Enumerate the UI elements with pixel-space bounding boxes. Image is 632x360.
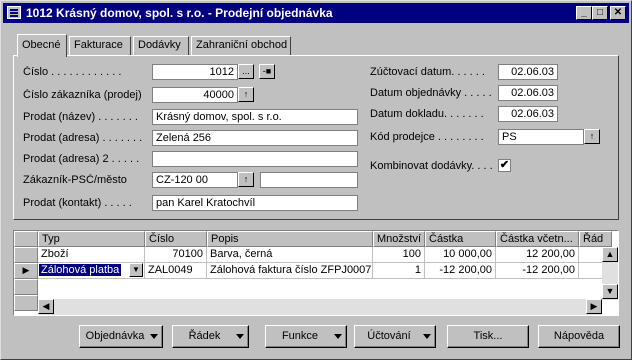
lines-grid: Typ Číslo Popis Množství Částka Částka v… [13,230,619,316]
table-cell-cislo[interactable]: 70100 [145,247,207,263]
tab-obecne[interactable]: Obecné [17,34,67,57]
dropdown-arrow-icon [334,334,342,339]
grid-corner [14,231,38,247]
cislo-lookup-button[interactable]: ... [238,64,254,79]
table-cell-castka-vcetne[interactable]: -12 200,00 [496,263,579,279]
radek-menu-button[interactable]: Řádek [172,325,249,348]
prodat-nazev-field[interactable]: Krásný domov, spol. s r.o. [152,109,358,125]
prodat-kontakt-field[interactable]: pan Karel Kratochvíl [152,195,358,211]
cislo-field[interactable]: 1012 [152,64,238,80]
datum-objednavky-label: Datum objednávky . . . . . [370,87,492,99]
horizontal-scrollbar[interactable]: ◀ ▶ [38,299,602,315]
row-header[interactable] [14,247,38,263]
dropdown-arrow-icon [236,334,244,339]
prodat-kontakt-label: Prodat (kontakt) . . . . . [23,197,132,209]
table-cell-mnozstvi[interactable]: 100 [373,247,425,263]
zuctovaci-datum-label: Zúčtovací datum. . . . . . [370,66,485,78]
table-cell-castka[interactable]: 10 000,00 [425,247,496,263]
scroll-left-button[interactable]: ◀ [38,299,54,314]
tab-dodavky[interactable]: Dodávky [133,36,189,55]
tab-fakturace[interactable]: Fakturace [69,36,131,55]
tisk-button[interactable]: Tisk... [447,325,529,348]
scroll-right-button[interactable]: ▶ [586,299,602,314]
objednavka-menu-button[interactable]: Objednávka [79,325,163,348]
tab-zahranicni-obchod[interactable]: Zahraniční obchod [191,36,291,55]
table-cell-popis[interactable]: Barva, černá [207,247,373,263]
vertical-scrollbar[interactable]: ▲ ▼ [602,247,618,300]
table-cell-castka-vcetne[interactable]: 12 200,00 [496,247,579,263]
kombinovat-checkbox[interactable]: ✔ [498,159,511,172]
table-cell-typ[interactable]: Zboží [38,247,145,263]
col-cislo[interactable]: Číslo [145,231,207,247]
col-castka-vcetne[interactable]: Částka včetn... [496,231,579,247]
uctovani-menu-button[interactable]: Účtování [354,325,436,348]
col-radek[interactable]: Řád [579,231,612,247]
row-header[interactable] [14,295,38,311]
prodat-adresa2-label: Prodat (adresa) 2 . . . . . [23,153,140,165]
scroll-down-button[interactable]: ▼ [602,284,618,299]
dropdown-arrow-icon [423,334,431,339]
cislo-assist-button[interactable]: -■ [259,64,275,79]
col-mnozstvi[interactable]: Množství [373,231,425,247]
table-cell-popis[interactable]: Zálohová faktura číslo ZFPJ0007 [207,263,373,279]
zakaznik-mesto-field[interactable] [260,172,358,188]
datum-dokladu-label: Datum dokladu. . . . . . . [370,108,484,120]
zakaznik-psc-lookup-button[interactable]: ↑ [238,172,254,187]
close-button[interactable]: ✕ [610,6,626,20]
funkce-menu-button[interactable]: Funkce [265,325,347,348]
zakaznik-psc-field[interactable]: CZ-120 00 [152,172,238,188]
datum-dokladu-field[interactable]: 02.06.03 [498,106,558,122]
window: 1012 Krásný domov, spol. s r.o. - Prodej… [0,0,632,360]
col-typ[interactable]: Typ [38,231,145,247]
col-castka[interactable]: Částka [425,231,496,247]
kod-prodejce-field[interactable]: PS [498,129,584,145]
cislo-label: Číslo . . . . . . . . . . . . [23,66,122,78]
typ-selected-value: Zálohová platba [39,264,122,276]
table-cell-castka[interactable]: -12 200,00 [425,263,496,279]
maximize-button[interactable]: □ [592,6,608,20]
prodat-adresa2-field[interactable] [152,151,358,167]
funkce-label: Funkce [281,330,319,342]
prodat-adresa-field[interactable]: Zelená 256 [152,130,358,146]
kod-prodejce-label: Kód prodejce . . . . . . . . [370,131,484,143]
app-icon[interactable] [7,6,21,19]
uctovani-label: Účtování [367,330,411,342]
window-title: 1012 Krásný domov, spol. s r.o. - Prodej… [26,6,333,20]
row-header[interactable] [14,279,38,295]
kombinovat-label: Kombinovat dodávky. . . . [370,160,493,172]
title-bar[interactable]: 1012 Krásný domov, spol. s r.o. - Prodej… [3,3,629,23]
prodat-nazev-label: Prodat (název) . . . . . . . [23,111,138,123]
minimize-button[interactable]: _ [576,6,592,20]
table-cell-mnozstvi[interactable]: 1 [373,263,425,279]
typ-dropdown-button[interactable]: ▼ [129,263,143,277]
napoveda-button[interactable]: Nápověda [538,325,620,348]
kod-prodejce-lookup-button[interactable]: ↑ [584,129,600,144]
cislo-zakaznika-field[interactable]: 40000 [152,87,238,103]
objednavka-label: Objednávka [85,330,145,342]
col-popis[interactable]: Popis [207,231,373,247]
datum-objednavky-field[interactable]: 02.06.03 [498,85,558,101]
scroll-up-button[interactable]: ▲ [602,247,618,262]
general-tab-panel: Číslo . . . . . . . . . . . . 1012 ... -… [13,55,619,220]
zakaznik-psc-label: Zákazník-PSČ/město [23,174,127,186]
zuctovaci-datum-field[interactable]: 02.06.03 [498,64,558,80]
table-cell-cislo[interactable]: ZAL0049 [145,263,207,279]
cislo-zakaznika-label: Číslo zákazníka (prodej) [23,89,142,101]
cislo-zakaznika-lookup-button[interactable]: ↑ [238,87,254,102]
current-row-marker[interactable]: ▶ [14,263,38,279]
radek-label: Řádek [188,330,221,342]
prodat-adresa-label: Prodat (adresa) . . . . . . . [23,132,143,144]
table-cell-typ-selected[interactable]: Zálohová platba ▼ [38,263,145,279]
dropdown-arrow-icon [150,334,158,339]
